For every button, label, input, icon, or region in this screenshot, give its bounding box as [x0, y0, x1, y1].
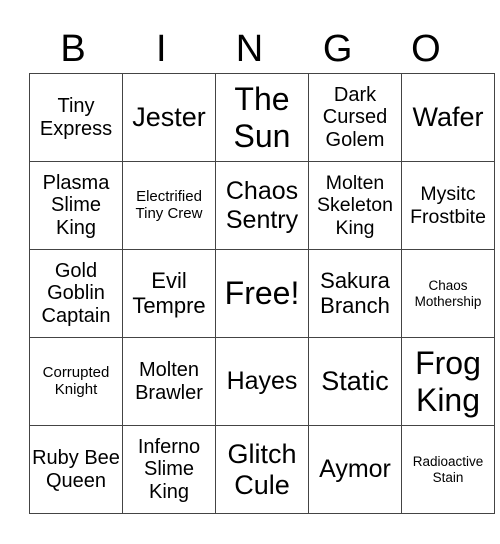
bingo-cell[interactable]: Gold Goblin Captain — [29, 249, 123, 338]
bingo-cell[interactable]: The Sun — [215, 73, 309, 162]
bingo-cell[interactable]: Electrified Tiny Crew — [122, 161, 216, 250]
header-letter-i: I — [156, 28, 167, 70]
bingo-cell[interactable]: Molten Brawler — [122, 337, 216, 426]
bingo-cell[interactable]: Radioactive Stain — [401, 425, 495, 514]
bingo-cell[interactable]: Dark Cursed Golem — [308, 73, 402, 162]
header-letter-o: O — [411, 28, 441, 70]
bingo-row: Plasma Slime King Electrified Tiny Crew … — [29, 161, 495, 250]
bingo-row: Tiny Express Jester The Sun Dark Cursed … — [29, 73, 495, 162]
bingo-cell[interactable]: Jester — [122, 73, 216, 162]
header-letter-g: G — [322, 28, 353, 70]
bingo-cell[interactable]: Inferno Slime King — [122, 425, 216, 514]
bingo-cell[interactable]: Glitch Cule — [215, 425, 309, 514]
bingo-cell[interactable]: Plasma Slime King — [29, 161, 123, 250]
bingo-row: Corrupted Knight Molten Brawler Hayes St… — [29, 337, 495, 426]
bingo-row: Ruby Bee Queen Inferno Slime King Glitch… — [29, 425, 495, 514]
bingo-cell[interactable]: Molten Skeleton King — [308, 161, 402, 250]
bingo-cell[interactable]: Evil Tempre — [122, 249, 216, 338]
bingo-cell[interactable]: Static — [308, 337, 402, 426]
bingo-cell[interactable]: Aymor — [308, 425, 402, 514]
bingo-cell[interactable]: Chaos Sentry — [215, 161, 309, 250]
bingo-card: Tiny Express Jester The Sun Dark Cursed … — [29, 73, 495, 514]
bingo-cell[interactable]: Sakura Branch — [308, 249, 402, 338]
bingo-cell[interactable]: Mysitc Frostbite — [401, 161, 495, 250]
bingo-cell[interactable]: Frog King — [401, 337, 495, 426]
free-space[interactable]: Free! — [215, 249, 309, 338]
bingo-cell[interactable]: Chaos Mothership — [401, 249, 495, 338]
bingo-cell[interactable]: Tiny Express — [29, 73, 123, 162]
header-letter-n: N — [235, 28, 264, 70]
bingo-cell[interactable]: Corrupted Knight — [29, 337, 123, 426]
bingo-header: B I N G O — [29, 26, 470, 72]
bingo-cell[interactable]: Ruby Bee Queen — [29, 425, 123, 514]
bingo-row: Gold Goblin Captain Evil Tempre Free! Sa… — [29, 249, 495, 338]
header-letter-b: B — [60, 28, 86, 70]
bingo-cell[interactable]: Hayes — [215, 337, 309, 426]
bingo-cell[interactable]: Wafer — [401, 73, 495, 162]
